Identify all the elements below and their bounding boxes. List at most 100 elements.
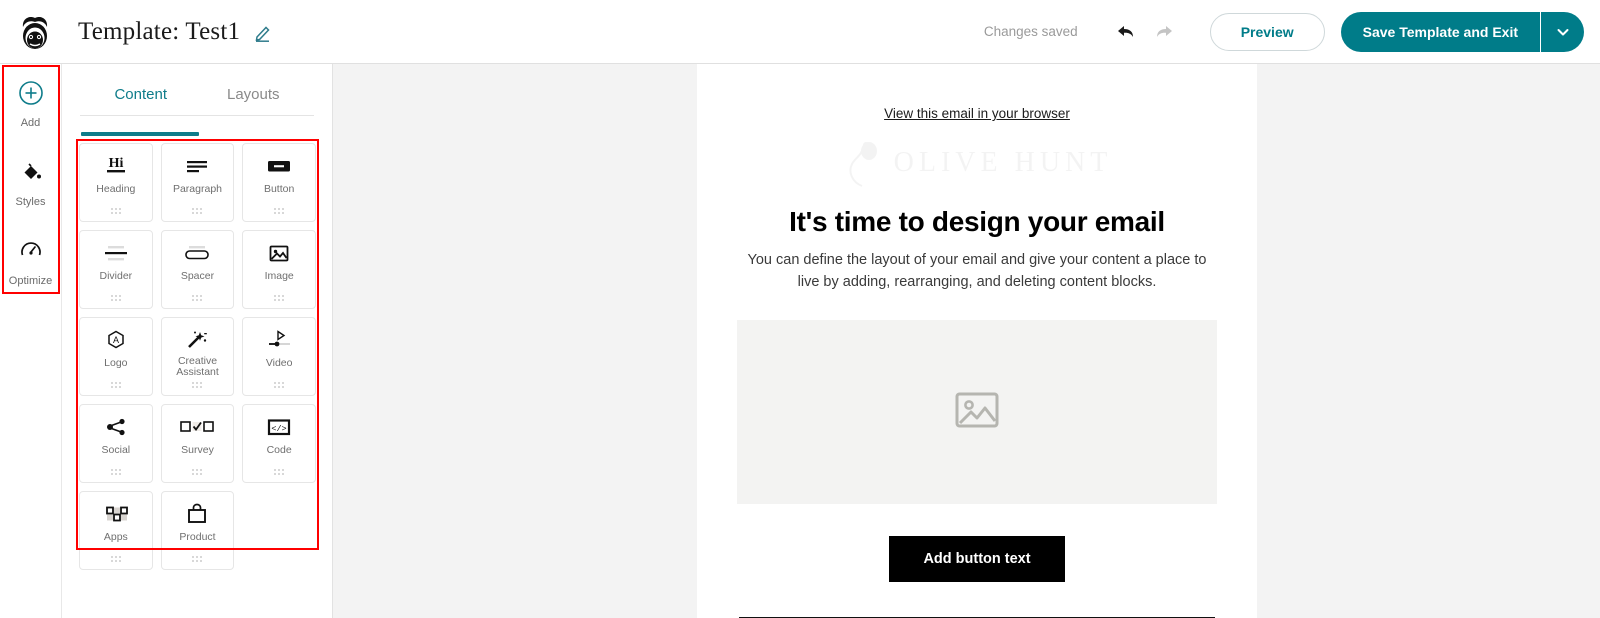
- block-apps[interactable]: Apps: [79, 491, 153, 570]
- drag-handle-dots-icon[interactable]: [110, 556, 121, 562]
- sidebar-item-optimize-label: Optimize: [8, 275, 53, 287]
- block-image-label: Image: [264, 270, 294, 282]
- plus-circle-icon: [18, 80, 44, 111]
- drag-handle-dots-icon[interactable]: [274, 382, 285, 388]
- sidebar-item-add-label: Add: [20, 117, 41, 129]
- block-paragraph[interactable]: Paragraph: [160, 143, 235, 222]
- paint-bucket-icon: [18, 159, 44, 190]
- paragraph-lines-icon: [180, 153, 214, 179]
- drag-handle-dots-icon[interactable]: [192, 556, 203, 562]
- block-code-label: Code: [266, 444, 292, 456]
- email-canvas: View this email in your browser OLIVE HU…: [333, 64, 1600, 618]
- spacer-icon: [180, 240, 214, 266]
- drag-handle-dots-icon[interactable]: [110, 295, 121, 301]
- block-survey[interactable]: Survey: [160, 404, 235, 483]
- block-spacer-label: Spacer: [180, 270, 215, 282]
- email-image-placeholder[interactable]: [737, 320, 1217, 504]
- sidebar-item-add[interactable]: Add: [0, 64, 62, 139]
- block-product-label: Product: [179, 531, 216, 543]
- block-paragraph-label: Paragraph: [172, 183, 223, 195]
- chevron-down-icon[interactable]: [1540, 11, 1584, 52]
- block-image[interactable]: Image: [242, 230, 316, 309]
- block-spacer[interactable]: Spacer: [160, 230, 235, 309]
- drag-handle-dots-icon[interactable]: [192, 295, 203, 301]
- product-bag-icon: [180, 501, 214, 527]
- email-body-text[interactable]: You can define the layout of your email …: [737, 249, 1217, 293]
- tab-content[interactable]: Content: [114, 86, 167, 115]
- email-content: View this email in your browser OLIVE HU…: [697, 64, 1257, 618]
- pencil-edit-icon[interactable]: [252, 21, 274, 43]
- tab-layouts[interactable]: Layouts: [227, 86, 280, 115]
- undo-arrow-icon[interactable]: [1108, 15, 1142, 49]
- magic-wand-sparkle-icon: [180, 327, 214, 353]
- preview-button[interactable]: Preview: [1209, 12, 1325, 51]
- drag-handle-dots-icon[interactable]: [110, 382, 121, 388]
- social-share-icon: [99, 414, 133, 440]
- content-blocks-wrapper: Hi Heading Paragraph Button Divider Spac…: [76, 139, 319, 570]
- view-in-browser-link[interactable]: View this email in your browser: [737, 64, 1217, 121]
- template-editor-app: Template: Test1 Changes saved Preview Sa…: [0, 0, 1600, 618]
- image-placeholder-icon: [953, 389, 1001, 436]
- preview-button-label: Preview: [1240, 23, 1294, 40]
- block-social[interactable]: Social: [79, 404, 153, 483]
- block-code[interactable]: </> Code: [242, 404, 316, 483]
- block-button-label: Button: [263, 183, 295, 195]
- sidebar-item-optimize[interactable]: Optimize: [0, 218, 62, 297]
- save-button-label: Save Template and Exit: [1362, 23, 1518, 40]
- block-survey-label: Survey: [181, 444, 214, 456]
- save-template-group: Save Template and Exit: [1340, 11, 1584, 52]
- block-logo-label: Logo: [104, 357, 128, 369]
- tab-active-underline: [81, 132, 199, 136]
- drag-handle-dots-icon[interactable]: [274, 208, 285, 214]
- survey-checkbox-icon: [177, 414, 217, 440]
- top-toolbar: Template: Test1 Changes saved Preview Sa…: [0, 0, 1600, 64]
- divider-icon: [99, 240, 133, 266]
- heading-hi-icon: Hi: [99, 153, 133, 179]
- mailchimp-monkey-logo-icon[interactable]: [14, 12, 56, 52]
- content-blocks-grid: Hi Heading Paragraph Button Divider Spac…: [79, 143, 316, 570]
- block-logo[interactable]: A Logo: [79, 317, 153, 396]
- sidebar-item-styles[interactable]: Styles: [0, 139, 62, 218]
- apps-grid-icon: [99, 501, 133, 527]
- block-divider[interactable]: Divider: [79, 230, 153, 309]
- logo-hexagon-icon: A: [99, 327, 133, 353]
- block-divider-label: Divider: [99, 270, 133, 282]
- svg-text:Hi: Hi: [108, 156, 123, 171]
- block-heading-label: Heading: [96, 183, 136, 195]
- drag-handle-dots-icon[interactable]: [192, 469, 203, 475]
- email-cta-wrapper: Add button text: [737, 536, 1217, 582]
- content-panel: Content Layouts Hi Heading Paragraph But…: [62, 64, 333, 618]
- panel-tabs: Content Layouts: [62, 64, 332, 115]
- toolbar-actions: Changes saved Preview Save Template and …: [984, 11, 1600, 52]
- button-rect-icon: [262, 153, 296, 179]
- block-video[interactable]: Video: [242, 317, 316, 396]
- drag-handle-dots-icon[interactable]: [274, 295, 285, 301]
- add-button-text-button[interactable]: Add button text: [889, 536, 1065, 582]
- block-heading[interactable]: Hi Heading: [79, 143, 153, 222]
- gauge-optimize-icon: [18, 238, 44, 269]
- block-creative-assistant[interactable]: Creative Assistant: [160, 317, 235, 396]
- svg-text:A: A: [113, 335, 119, 345]
- block-product[interactable]: Product: [160, 491, 235, 570]
- block-apps-label: Apps: [103, 531, 128, 543]
- drag-handle-dots-icon[interactable]: [192, 382, 203, 388]
- block-video-label: Video: [265, 357, 293, 369]
- drag-handle-dots-icon[interactable]: [110, 208, 121, 214]
- block-empty-slot: [242, 491, 316, 570]
- svg-text:</>: </>: [272, 424, 287, 434]
- code-brackets-icon: </>: [262, 414, 296, 440]
- tabs-divider: [80, 115, 314, 116]
- sidebar-item-styles-label: Styles: [15, 196, 46, 208]
- image-photo-icon: [262, 240, 296, 266]
- drag-handle-dots-icon[interactable]: [274, 469, 285, 475]
- save-template-and-exit-button[interactable]: Save Template and Exit: [1340, 11, 1540, 52]
- block-creative-assistant-label: Creative Assistant: [176, 355, 219, 378]
- drag-handle-dots-icon[interactable]: [192, 208, 203, 214]
- placeholder-logo-icon[interactable]: OLIVE HUNT: [737, 134, 1217, 192]
- video-play-slider-icon: [262, 327, 296, 353]
- email-heading[interactable]: It's time to design your email: [737, 206, 1217, 238]
- block-button[interactable]: Button: [242, 143, 316, 222]
- redo-arrow-icon[interactable]: [1148, 15, 1182, 49]
- left-rail: Add Styles Optimize: [0, 64, 62, 618]
- drag-handle-dots-icon[interactable]: [110, 469, 121, 475]
